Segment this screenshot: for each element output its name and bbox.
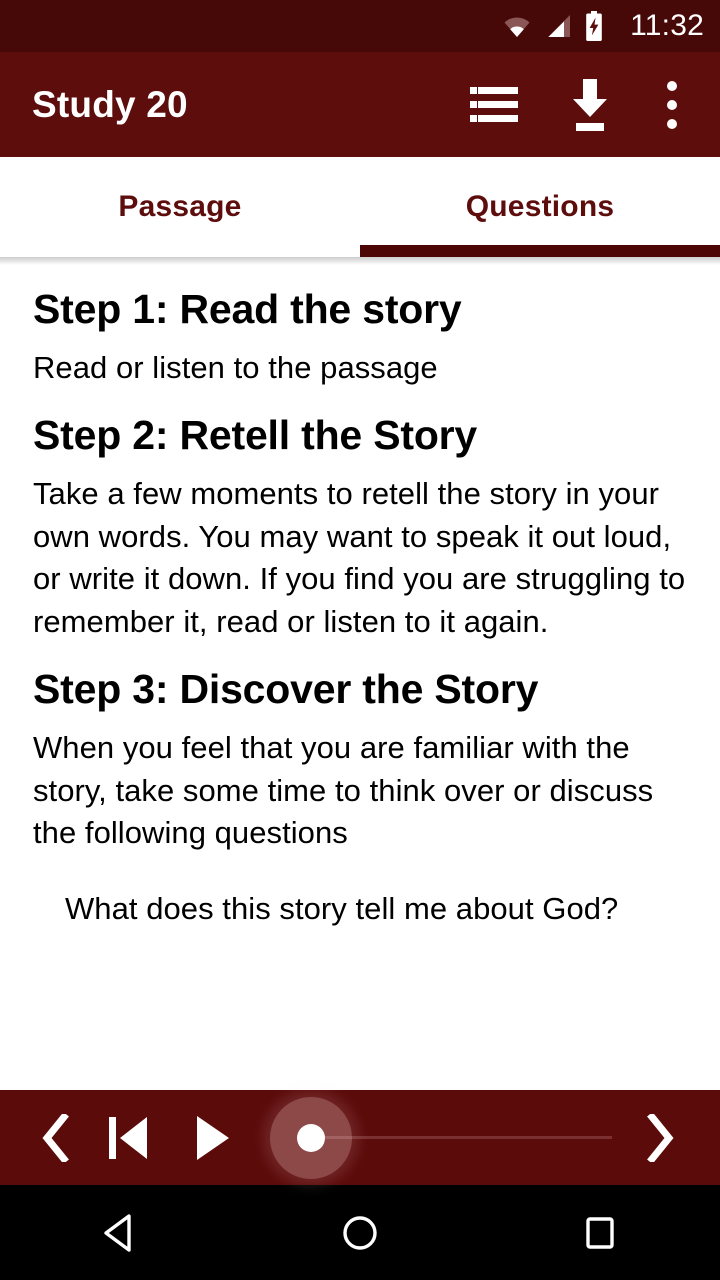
seek-bar[interactable] bbox=[260, 1090, 620, 1185]
download-icon bbox=[573, 78, 607, 131]
app-bar-actions bbox=[448, 59, 704, 151]
tab-active-indicator bbox=[360, 245, 720, 257]
page-title: Study 20 bbox=[32, 83, 188, 125]
question-item: What does this story tell me about God? bbox=[65, 891, 619, 927]
list-icon bbox=[470, 86, 518, 123]
overflow-menu-button[interactable] bbox=[640, 59, 704, 151]
section-heading-step-3: Step 3: Discover the Story bbox=[33, 666, 539, 713]
section-heading-step-1: Step 1: Read the story bbox=[33, 286, 462, 332]
tab-passage[interactable]: Passage bbox=[0, 157, 360, 257]
download-button[interactable] bbox=[544, 59, 636, 151]
status-icons: 11:32 bbox=[502, 9, 704, 43]
battery-charging-icon bbox=[586, 11, 602, 41]
seek-track bbox=[312, 1136, 612, 1139]
status-clock: 11:32 bbox=[630, 9, 704, 42]
app-bar: Study 20 bbox=[0, 52, 720, 157]
section-body-step-3: When you feel that you are familiar with… bbox=[33, 730, 654, 850]
seek-thumb[interactable] bbox=[297, 1123, 325, 1152]
wifi-icon bbox=[504, 17, 530, 37]
tab-bar: Passage Questions bbox=[0, 157, 720, 257]
nav-recents-button[interactable] bbox=[540, 1185, 660, 1280]
next-chevron-button[interactable] bbox=[630, 1090, 692, 1185]
previous-chevron-button[interactable] bbox=[24, 1090, 86, 1185]
section-body-step-2: Take a few moments to retell the story i… bbox=[33, 476, 686, 639]
nav-back-button[interactable] bbox=[60, 1185, 180, 1280]
status-bar: 11:32 bbox=[0, 0, 720, 52]
skip-previous-button[interactable] bbox=[86, 1090, 170, 1185]
next-chevron-icon bbox=[647, 1113, 674, 1162]
skip-previous-icon bbox=[109, 1116, 147, 1159]
tab-bar-shadow bbox=[0, 257, 720, 265]
nav-home-button[interactable] bbox=[300, 1185, 420, 1280]
audio-player-bar bbox=[0, 1090, 720, 1185]
overflow-menu-icon bbox=[667, 80, 677, 129]
nav-back-icon bbox=[104, 1213, 131, 1252]
play-button[interactable] bbox=[170, 1090, 254, 1185]
previous-chevron-icon bbox=[42, 1113, 69, 1162]
signal-icon bbox=[548, 15, 571, 37]
nav-home-icon bbox=[343, 1215, 377, 1250]
section-heading-step-2: Step 2: Retell the Story bbox=[33, 412, 478, 459]
play-icon bbox=[197, 1115, 229, 1160]
section-body-step-1: Read or listen to the passage bbox=[33, 349, 438, 385]
nav-recents-icon bbox=[586, 1216, 614, 1249]
questions-content: Step 1: Read the story Read or listen to… bbox=[0, 265, 720, 1090]
phone-screen: 11:32 Study 20 Passage Questions Step 1:… bbox=[0, 0, 720, 1280]
android-nav-bar bbox=[0, 1185, 720, 1280]
tab-questions[interactable]: Questions bbox=[360, 157, 720, 257]
list-button[interactable] bbox=[448, 59, 540, 151]
